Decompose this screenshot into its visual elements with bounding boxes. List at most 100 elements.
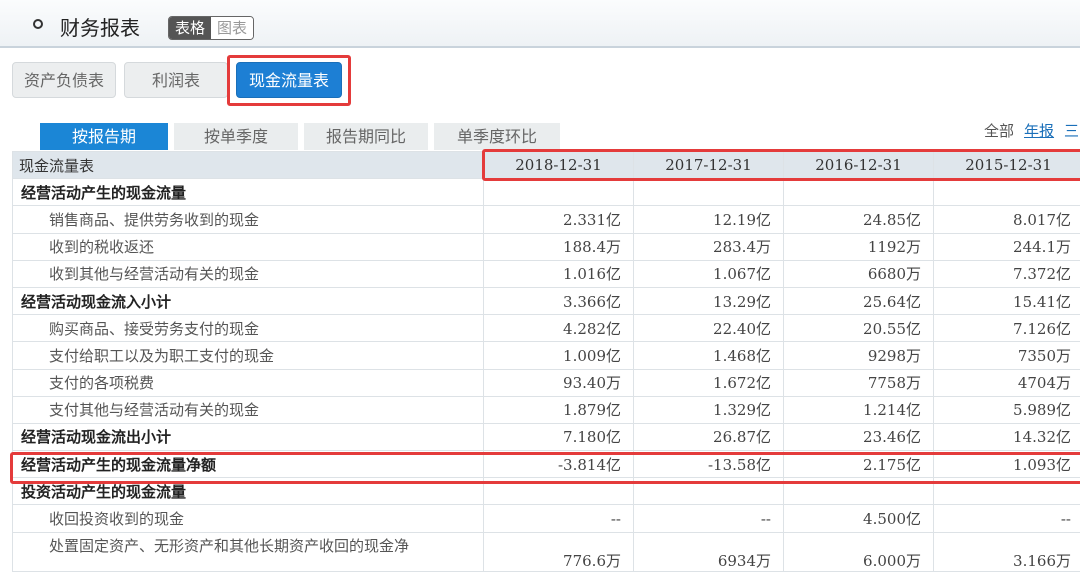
row-value: 93.40万 (484, 369, 634, 396)
row-value: 15.41亿 (934, 287, 1080, 314)
row-value: 6680万 (784, 260, 934, 287)
row-value: 1.093亿 (934, 451, 1080, 478)
row-value: 1.672亿 (634, 369, 784, 396)
column-header: 2018-12-31 (484, 152, 634, 179)
row-value: 7758万 (784, 369, 934, 396)
table-row: 经营活动产生的现金流量 (13, 179, 1080, 206)
table-row: 支付的各项税费 93.40万 1.672亿 7758万 4704万 (13, 369, 1080, 396)
row-value: 3.366亿 (484, 287, 634, 314)
range-all-link[interactable]: 全部 (984, 122, 1014, 140)
row-value: -3.814亿 (484, 451, 634, 478)
table-row: 经营活动产生的现金流量净额 -3.814亿 -13.58亿 2.175亿 1.0… (13, 451, 1080, 478)
circle-icon (33, 19, 43, 29)
view-toggle[interactable]: 表格 图表 (168, 16, 254, 40)
row-value: 22.40亿 (634, 315, 784, 342)
table-corner-label: 现金流量表 (13, 152, 484, 179)
row-value: 283.4万 (634, 233, 784, 260)
table-header-row: 现金流量表 2018-12-31 2017-12-31 2016-12-31 2… (13, 152, 1080, 179)
row-label: 收到的税收返还 (13, 233, 484, 260)
row-label: 投资活动产生的现金流量 (13, 478, 484, 505)
table-row: 经营活动现金流出小计 7.180亿 26.87亿 23.46亿 14.32亿 (13, 423, 1080, 450)
row-value (934, 478, 1080, 505)
row-value (784, 478, 934, 505)
row-value: 776.6万 (484, 532, 634, 571)
row-value: 1.879亿 (484, 396, 634, 423)
column-header: 2015-12-31 (934, 152, 1080, 179)
row-value (784, 179, 934, 206)
tab-by-quarter[interactable]: 按单季度 (174, 123, 298, 150)
row-value: 1.214亿 (784, 396, 934, 423)
range-annual-link[interactable]: 年报 (1024, 122, 1054, 140)
row-value: 9298万 (784, 342, 934, 369)
range-more-link[interactable]: 三 (1064, 122, 1079, 140)
row-value (634, 478, 784, 505)
cash-flow-table: 现金流量表 2018-12-31 2017-12-31 2016-12-31 2… (12, 151, 1080, 572)
tab-quarter-qoq[interactable]: 单季度环比 (434, 123, 560, 150)
row-value: 7.372亿 (934, 260, 1080, 287)
table-row: 支付其他与经营活动有关的现金 1.879亿 1.329亿 1.214亿 5.98… (13, 396, 1080, 423)
row-value (634, 179, 784, 206)
row-label: 经营活动现金流出小计 (13, 423, 484, 450)
row-value: 7.126亿 (934, 315, 1080, 342)
row-label: 收回投资收到的现金 (13, 505, 484, 532)
row-label: 经营活动现金流入小计 (13, 287, 484, 314)
range-links: 全部年报三 (984, 120, 1079, 141)
row-value: 1.468亿 (634, 342, 784, 369)
row-value: 26.87亿 (634, 423, 784, 450)
row-value: 7350万 (934, 342, 1080, 369)
table-row: 经营活动现金流入小计 3.366亿 13.29亿 25.64亿 15.41亿 (13, 287, 1080, 314)
tab-balance-sheet[interactable]: 资产负债表 (12, 62, 116, 98)
column-header: 2016-12-31 (784, 152, 934, 179)
row-value: 244.1万 (934, 233, 1080, 260)
row-value: 1.329亿 (634, 396, 784, 423)
row-value: 5.989亿 (934, 396, 1080, 423)
row-value: 4.500亿 (784, 505, 934, 532)
row-value: -- (934, 505, 1080, 532)
row-value: 2.175亿 (784, 451, 934, 478)
column-header: 2017-12-31 (634, 152, 784, 179)
tab-period-yoy[interactable]: 报告期同比 (304, 123, 428, 150)
row-value: -- (634, 505, 784, 532)
row-value (484, 179, 634, 206)
table-row: 购买商品、接受劳务支付的现金 4.282亿 22.40亿 20.55亿 7.12… (13, 315, 1080, 342)
view-chart-button[interactable]: 图表 (211, 17, 253, 39)
row-value (484, 478, 634, 505)
page-header: 财务报表 表格 图表 (0, 0, 1080, 48)
row-value: 3.166万 (934, 532, 1080, 571)
tab-income-statement[interactable]: 利润表 (124, 62, 228, 98)
tab-cash-flow-statement[interactable]: 现金流量表 (236, 62, 342, 98)
row-value: 24.85亿 (784, 206, 934, 233)
row-value: 2.331亿 (484, 206, 634, 233)
row-value: 1192万 (784, 233, 934, 260)
row-value: -13.58亿 (634, 451, 784, 478)
row-value: 1.016亿 (484, 260, 634, 287)
row-label: 经营活动产生的现金流量净额 (13, 451, 484, 478)
row-value: 188.4万 (484, 233, 634, 260)
row-value: 4704万 (934, 369, 1080, 396)
table-row: 收回投资收到的现金 -- -- 4.500亿 -- (13, 505, 1080, 532)
row-label: 支付给职工以及为职工支付的现金 (13, 342, 484, 369)
view-table-button[interactable]: 表格 (169, 17, 211, 39)
table-row: 支付给职工以及为职工支付的现金 1.009亿 1.468亿 9298万 7350… (13, 342, 1080, 369)
table-row: 收到的税收返还 188.4万 283.4万 1192万 244.1万 (13, 233, 1080, 260)
row-label: 收到其他与经营活动有关的现金 (13, 260, 484, 287)
table-row: 投资活动产生的现金流量 (13, 478, 1080, 505)
row-value: 6.000万 (784, 532, 934, 571)
row-value: 25.64亿 (784, 287, 934, 314)
row-value: 7.180亿 (484, 423, 634, 450)
row-value: 13.29亿 (634, 287, 784, 314)
row-value: 1.067亿 (634, 260, 784, 287)
row-value: 4.282亿 (484, 315, 634, 342)
table-row: 处置固定资产、无形资产和其他长期资产收回的现金净 776.6万 6934万 6.… (13, 532, 1080, 571)
table-row: 收到其他与经营活动有关的现金 1.016亿 1.067亿 6680万 7.372… (13, 260, 1080, 287)
row-value: 23.46亿 (784, 423, 934, 450)
row-label: 经营活动产生的现金流量 (13, 179, 484, 206)
row-value: 12.19亿 (634, 206, 784, 233)
row-label: 购买商品、接受劳务支付的现金 (13, 315, 484, 342)
row-value: 14.32亿 (934, 423, 1080, 450)
row-label: 支付其他与经营活动有关的现金 (13, 396, 484, 423)
row-value: 6934万 (634, 532, 784, 571)
tab-by-report-period[interactable]: 按报告期 (40, 123, 168, 150)
table-row: 销售商品、提供劳务收到的现金 2.331亿 12.19亿 24.85亿 8.01… (13, 206, 1080, 233)
row-value: -- (484, 505, 634, 532)
